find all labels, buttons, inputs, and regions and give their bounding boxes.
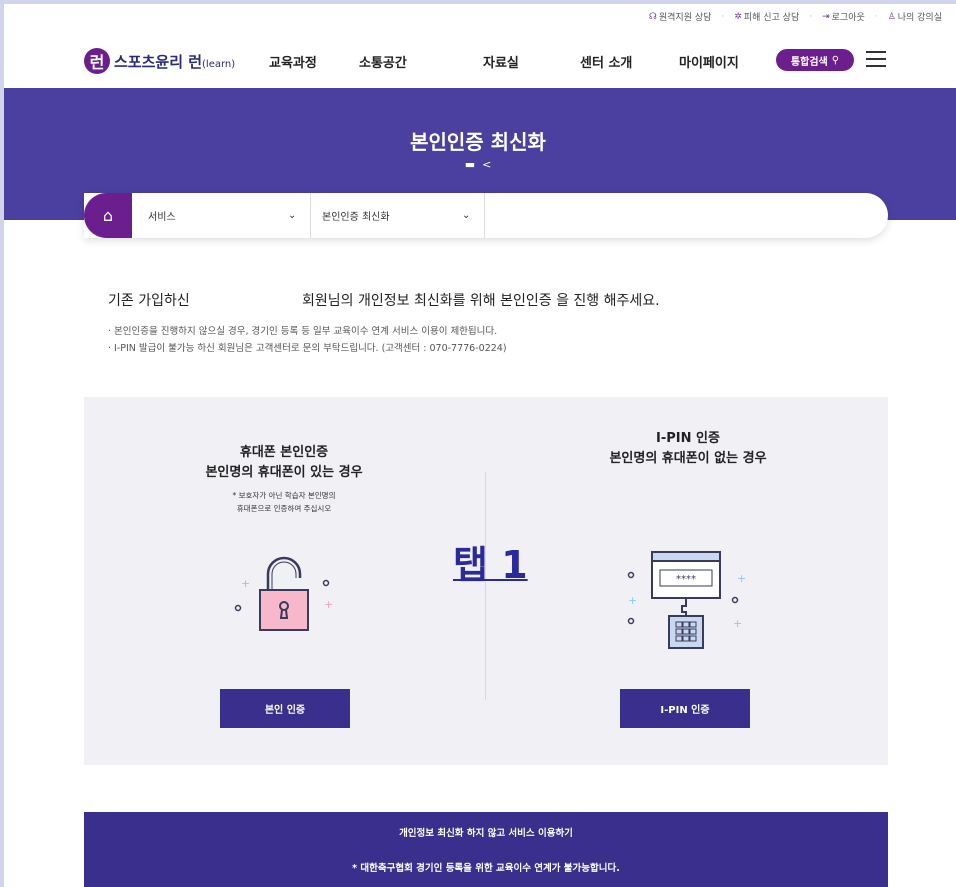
- logo-mark-icon: 런: [84, 48, 110, 74]
- location-select-1[interactable]: 서비스 ⌄: [132, 193, 311, 238]
- logo-name: 스포츠윤리 런: [114, 52, 203, 71]
- svg-text:+: +: [241, 577, 250, 590]
- ipin-keypad-icon: **** + + +: [627, 551, 746, 649]
- notice-item: · 본인인증을 진행하지 않으실 경우, 경기인 등록 등 일부 교육이수 연계…: [108, 326, 498, 337]
- skip-update-warning: * 대한축구협회 경기인 등록을 위한 교육이수 연계가 불가능합니다.: [352, 863, 620, 874]
- nav-item[interactable]: 소통공간: [359, 52, 407, 71]
- notice-item: · I-PIN 발급이 불가능 하신 회원님은 고객센터로 문의 부탁드립니다.…: [108, 343, 507, 354]
- logo[interactable]: 런 스포츠윤리 런(learn): [84, 48, 235, 74]
- share-icon[interactable]: <: [482, 158, 491, 171]
- banner-tools: ▬ <: [0, 158, 956, 171]
- search-button[interactable]: 통합검색 ⚲: [776, 49, 854, 71]
- print-icon[interactable]: ▬: [465, 158, 475, 171]
- report-link[interactable]: ✲ 피해 신고 상담: [734, 10, 799, 24]
- chevron-down-icon: ⌄: [462, 210, 471, 221]
- verification-panel: 휴대폰 본인인증 본인명의 휴대폰이 있는 경우 * 보호자가 아닌 학습자 본…: [84, 397, 888, 765]
- location-select-2[interactable]: 본인인증 최신화 ⌄: [310, 193, 485, 238]
- nav-item[interactable]: 교육과정: [269, 52, 317, 71]
- password-mask: ****: [676, 574, 696, 585]
- nav-item[interactable]: 자료실: [483, 52, 519, 71]
- logout-icon: ⇥: [822, 11, 830, 22]
- ipin-verify-button[interactable]: I-PIN 인증: [620, 689, 750, 728]
- ipin-verification: I-PIN 인증 본인명의 휴대폰이 없는 경우: [538, 429, 838, 469]
- logo-suffix: (learn): [202, 58, 236, 70]
- page: ☊ 원격지원 상담 · ✲ 피해 신고 상담 · ⇥ 로그아웃 · ♙ 나의 강의실 런…: [0, 0, 956, 887]
- skip-update-button[interactable]: 개인정보 최신화 하지 않고 서비스 이용하기 * 대한축구협회 경기인 등록을…: [84, 812, 888, 887]
- location-bar: ⌂ 서비스 ⌄ 본인인증 최신화 ⌄: [84, 193, 888, 238]
- notice-list: · 본인인증을 진행하지 않으실 경우, 경기인 등록 등 일부 교육이수 연계…: [108, 323, 507, 357]
- header: 런 스포츠윤리 런(learn) 교육과정 소통공간 자료실 센터 소개 마이페…: [0, 36, 956, 86]
- phone-verification: 휴대폰 본인인증 본인명의 휴대폰이 있는 경우 * 보호자가 아닌 학습자 본…: [134, 443, 434, 515]
- page-title: 본인인증 최신화: [410, 130, 546, 154]
- ipin-title: I-PIN 인증: [656, 431, 720, 446]
- home-icon[interactable]: ⌂: [84, 193, 132, 238]
- unlock-icon: + +: [234, 556, 333, 631]
- logout-link[interactable]: ⇥ 로그아웃: [822, 10, 865, 24]
- phone-subtitle: 본인명의 휴대폰이 있는 경우: [205, 465, 363, 480]
- phone-verify-button[interactable]: 본인 인증: [220, 689, 350, 728]
- svg-text:+: +: [737, 572, 746, 585]
- alert-icon: ✲: [734, 11, 742, 22]
- frame-edge: [0, 0, 956, 4]
- svg-text:+: +: [628, 594, 637, 607]
- chevron-down-icon: ⌄: [288, 210, 297, 221]
- phone-note: 휴대폰으로 인증하여 주십시오: [236, 504, 332, 513]
- tab-label-overlay: 탭 1: [453, 543, 528, 587]
- frame-edge: [0, 0, 4, 887]
- ipin-subtitle: 본인명의 휴대폰이 없는 경우: [609, 451, 767, 466]
- phone-title: 휴대폰 본인인증: [239, 445, 329, 460]
- user-icon: ♙: [887, 11, 896, 22]
- remote-support-link[interactable]: ☊ 원격지원 상담: [648, 10, 712, 24]
- phone-note: * 보호자가 아닌 학습자 본인명의: [232, 491, 336, 500]
- svg-text:+: +: [324, 598, 333, 611]
- my-classroom-link[interactable]: ♙ 나의 강의실: [887, 10, 942, 24]
- headset-icon: ☊: [648, 11, 657, 22]
- skip-update-label: 개인정보 최신화 하지 않고 서비스 이용하기: [399, 828, 573, 839]
- nav-item[interactable]: 센터 소개: [580, 52, 632, 71]
- utility-nav: ☊ 원격지원 상담 · ✲ 피해 신고 상담 · ⇥ 로그아웃 · ♙ 나의 강의실: [648, 10, 942, 24]
- menu-icon[interactable]: [866, 51, 886, 67]
- search-icon: ⚲: [831, 54, 840, 66]
- nav-item[interactable]: 마이페이지: [679, 52, 739, 71]
- svg-text:+: +: [733, 617, 742, 630]
